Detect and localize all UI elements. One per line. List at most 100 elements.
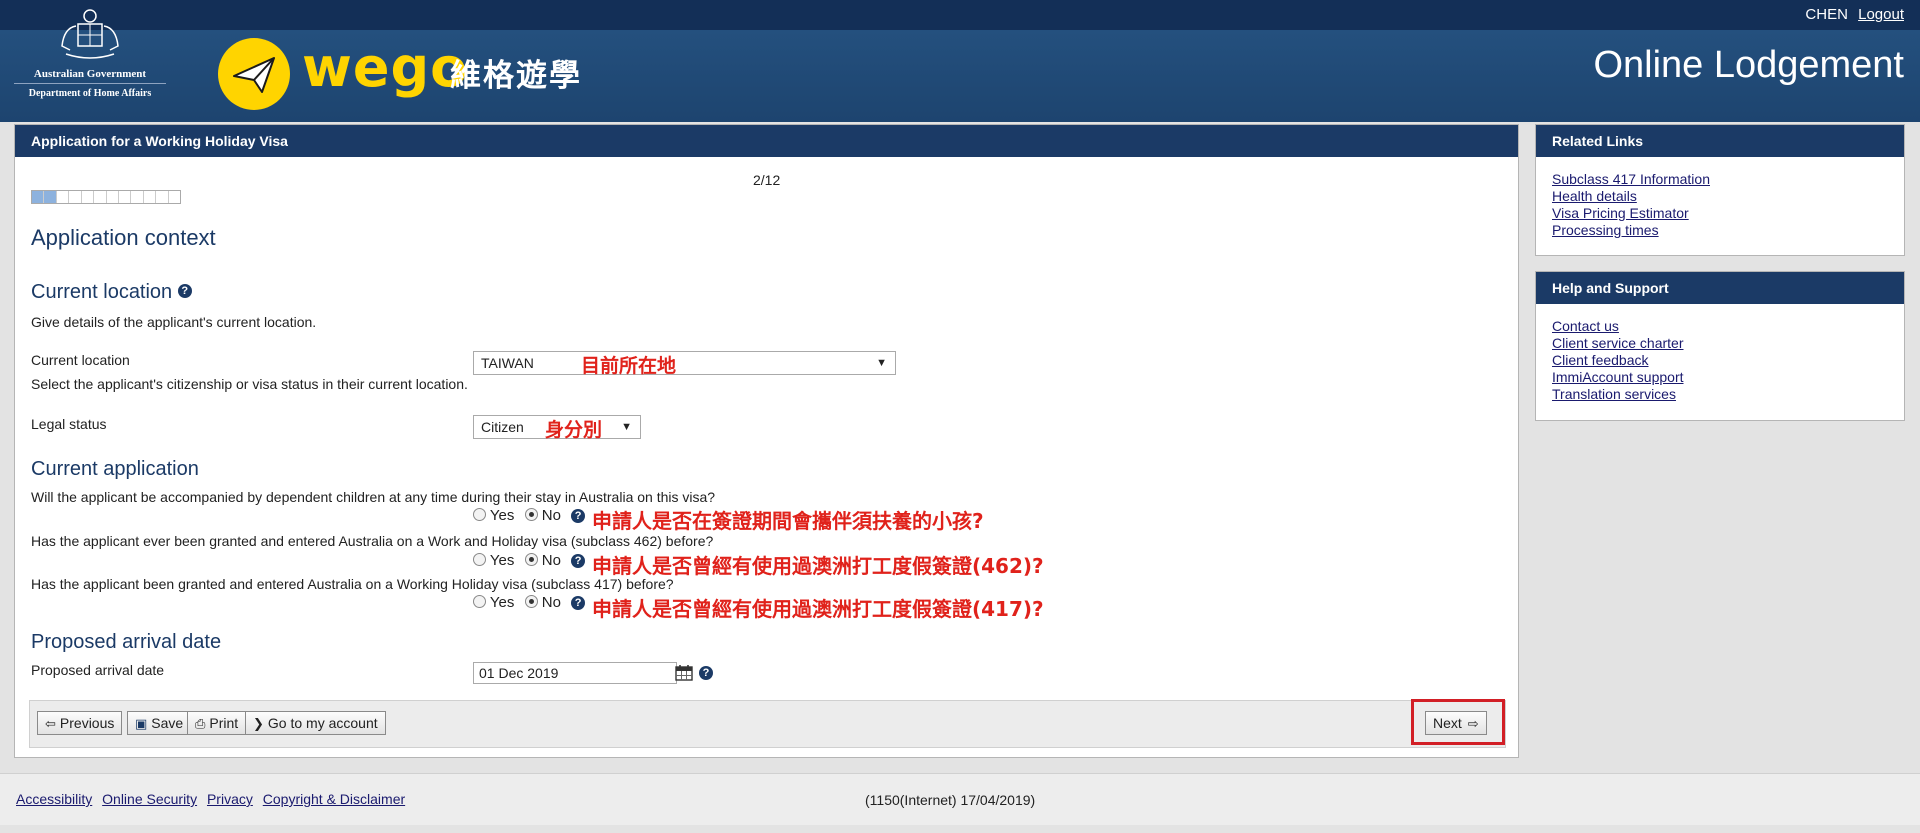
link-health-details[interactable]: Health details [1552, 188, 1637, 204]
footer-link-privacy[interactable]: Privacy [207, 791, 253, 807]
wego-logo-badge [218, 38, 290, 110]
floppy-disk-icon: ▣ [135, 716, 148, 731]
print-button-label: Print [209, 715, 239, 731]
list-item: Translation services [1552, 386, 1888, 403]
radio-yes[interactable] [473, 508, 486, 521]
current-location-heading: Current location ? [31, 281, 192, 304]
footer-link-copyright[interactable]: Copyright & Disclaimer [263, 791, 405, 807]
related-links-box: Related Links Subclass 417 Information H… [1535, 124, 1905, 256]
list-item: Subclass 417 Information [1552, 171, 1888, 188]
current-location-select[interactable]: TAIWAN ▼ [473, 351, 896, 375]
link-client-feedback[interactable]: Client feedback [1552, 352, 1649, 368]
panel-title: Application for a Working Holiday Visa [15, 125, 1518, 157]
radio-no-label: No [541, 594, 561, 611]
radio-no-label: No [541, 552, 561, 569]
progress-bar [31, 190, 181, 204]
question-circle-icon[interactable]: ? [571, 554, 586, 569]
page-heading: Application context [31, 225, 216, 250]
calendar-icon[interactable] [675, 664, 693, 681]
go-to-account-label: Go to my account [267, 715, 378, 731]
radio-yes-label: Yes [489, 507, 515, 524]
link-contact-us[interactable]: Contact us [1552, 318, 1619, 334]
subclass-462-annotation: 申請人是否曾經有使用過澳洲打工度假簽證(462)? [592, 554, 1044, 578]
radio-yes[interactable] [473, 553, 486, 566]
save-button-label: Save [151, 715, 184, 731]
help-support-title: Help and Support [1536, 272, 1904, 304]
status-intro: Select the applicant's citizenship or vi… [31, 376, 468, 392]
step-counter: 2/12 [753, 172, 781, 188]
list-item: Client feedback [1552, 352, 1888, 369]
radio-no-label: No [541, 507, 561, 524]
list-item: ImmiAccount support [1552, 369, 1888, 386]
gov-name-line2: Department of Home Affairs [28, 88, 152, 99]
site-title: Online Lodgement [1593, 44, 1904, 86]
current-location-heading-text: Current location [31, 281, 173, 303]
subclass-417-radios: Yes No ? [473, 594, 586, 611]
question-dependent-children: Will the applicant be accompanied by dep… [31, 489, 716, 505]
arrow-left-icon: ⇦ [45, 716, 56, 731]
link-translation-services[interactable]: Translation services [1552, 386, 1676, 402]
current-location-label: Current location [31, 352, 130, 368]
username: CHEN [1805, 6, 1848, 23]
header-top-strip [0, 0, 1920, 30]
question-circle-icon[interactable]: ? [571, 596, 586, 611]
subclass-417-annotation: 申請人是否曾經有使用過澳洲打工度假簽證(417)? [592, 597, 1044, 621]
legal-status-annotation: 身分別 [545, 419, 603, 441]
application-panel: Application for a Working Holiday Visa 2… [14, 124, 1519, 758]
current-location-annotation: 目前所在地 [581, 355, 677, 377]
link-immiaccount-support[interactable]: ImmiAccount support [1552, 369, 1684, 385]
current-location-intro: Give details of the applicant's current … [31, 314, 317, 330]
list-item: Processing times [1552, 222, 1888, 239]
site-footer: Accessibility Online Security Privacy Co… [0, 773, 1920, 825]
subclass-462-radios: Yes No ? [473, 552, 586, 569]
legal-status-label: Legal status [31, 416, 107, 432]
dependent-children-annotation: 申請人是否在簽證期間會攜伴須扶養的小孩? [592, 509, 984, 533]
arrival-date-label: Proposed arrival date [31, 662, 165, 678]
footer-link-accessibility[interactable]: Accessibility [16, 791, 92, 807]
list-item: Health details [1552, 188, 1888, 205]
footer-link-online-security[interactable]: Online Security [102, 791, 197, 807]
footer-links: Accessibility Online Security Privacy Co… [16, 791, 411, 807]
question-subclass-462: Has the applicant ever been granted and … [31, 533, 714, 549]
wego-chinese-name: 維格遊學 [450, 58, 582, 93]
user-area: CHEN Logout [1805, 6, 1904, 23]
dropdown-arrow-icon: ▼ [621, 421, 632, 433]
gov-name-line1: Australian Government [14, 68, 166, 84]
save-button[interactable]: ▣ Save [127, 711, 192, 735]
question-subclass-417: Has the applicant been granted and enter… [31, 576, 674, 592]
chevron-right-icon: ❯ [253, 716, 264, 731]
radio-yes-label: Yes [489, 594, 515, 611]
previous-button-label: Previous [59, 715, 115, 731]
question-circle-icon[interactable]: ? [699, 666, 713, 680]
next-button-highlight [1411, 699, 1505, 745]
printer-icon: ⎙ [195, 716, 206, 731]
question-circle-icon[interactable]: ? [571, 509, 586, 524]
question-circle-icon[interactable]: ? [177, 284, 192, 298]
radio-yes[interactable] [473, 595, 486, 608]
link-subclass-417-info[interactable]: Subclass 417 Information [1552, 171, 1710, 187]
version-info: (1150(Internet) 17/04/2019) [865, 792, 1036, 808]
current-location-value: TAIWAN [481, 355, 534, 371]
list-item: Client service charter [1552, 335, 1888, 352]
go-to-account-button[interactable]: ❯ Go to my account [245, 711, 386, 735]
link-visa-pricing[interactable]: Visa Pricing Estimator [1552, 205, 1689, 221]
related-links-title: Related Links [1536, 125, 1904, 157]
print-button[interactable]: ⎙ Print [187, 711, 247, 735]
radio-no[interactable] [524, 553, 538, 566]
radio-no[interactable] [524, 508, 538, 521]
list-item: Contact us [1552, 318, 1888, 335]
wego-wordmark: wego [302, 36, 469, 99]
government-logo: Australian Government Department of Home… [14, 6, 166, 112]
radio-no[interactable] [524, 595, 538, 608]
logout-link[interactable]: Logout [1858, 6, 1904, 23]
link-processing-times[interactable]: Processing times [1552, 222, 1659, 238]
paper-plane-icon [233, 57, 275, 93]
site-header: Australian Government Department of Home… [0, 0, 1920, 122]
link-service-charter[interactable]: Client service charter [1552, 335, 1684, 351]
radio-yes-label: Yes [489, 552, 515, 569]
previous-button[interactable]: ⇦ Previous [37, 711, 123, 735]
help-support-list: Contact us Client service charter Client… [1536, 304, 1904, 415]
button-bar: ⇦ Previous ▣ Save ⎙ Print ❯ Go to my account… [29, 700, 1506, 748]
arrival-date-input[interactable]: 01 Dec 2019 [473, 662, 677, 684]
arrival-heading: Proposed arrival date [31, 631, 222, 653]
